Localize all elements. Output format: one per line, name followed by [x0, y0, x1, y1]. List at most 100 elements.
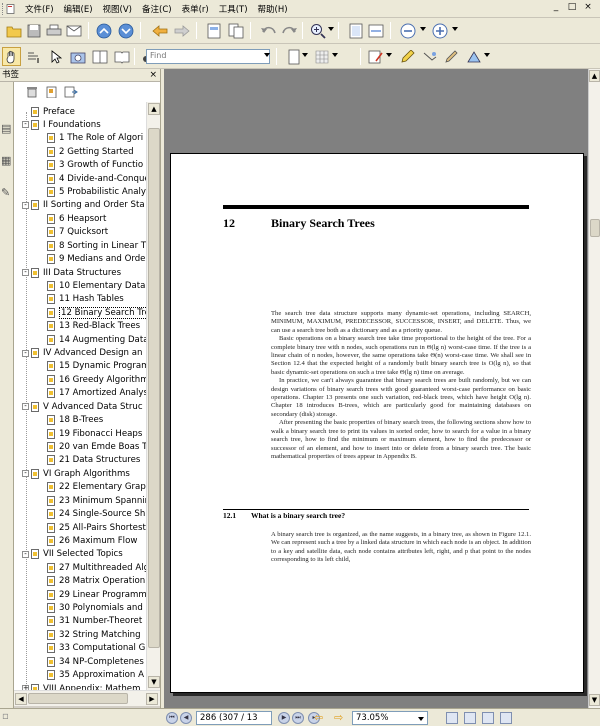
zoom-dropdown[interactable]: [418, 717, 424, 721]
single-page-view-icon[interactable]: [284, 47, 303, 66]
first-page-icon[interactable]: ⏮: [166, 712, 178, 724]
select-text-icon[interactable]: [24, 47, 43, 66]
grid-view-dropdown[interactable]: [332, 53, 338, 57]
save-icon[interactable]: [24, 21, 43, 40]
bookmark-item[interactable]: - VI Graph Algorithms: [22, 467, 130, 480]
bookmark-item[interactable]: 24 Single-Source Sh: [38, 508, 145, 521]
bookmark-item[interactable]: 4 Divide-and-Conque: [38, 172, 146, 185]
prev-page-status-icon[interactable]: ◀: [180, 712, 192, 724]
collapse-icon[interactable]: -: [22, 550, 29, 558]
scroll-down-arrow-icon[interactable]: ▼: [148, 676, 160, 688]
bookmark-item[interactable]: 18 B-Trees: [38, 414, 103, 427]
zoom-tool-dropdown[interactable]: [328, 27, 334, 31]
comments-tab-icon[interactable]: ✎: [1, 186, 13, 202]
thumbnails-tab-icon[interactable]: ▦: [1, 154, 13, 170]
bookmark-item[interactable]: 22 Elementary Grap: [38, 481, 146, 494]
bookmark-item[interactable]: 30 Polynomials and: [38, 602, 143, 615]
menu-edit[interactable]: 编辑(E): [59, 3, 98, 15]
bookmark-item[interactable]: 12 Binary Search Tre: [38, 306, 146, 319]
bookmark-scrollbar[interactable]: ▲ ▼: [146, 102, 160, 690]
highlighter-icon[interactable]: [398, 47, 417, 66]
bookmark-item[interactable]: 9 Medians and Orde: [38, 253, 145, 266]
menu-forms[interactable]: 表单(r): [177, 3, 214, 15]
grid-view-icon[interactable]: [312, 47, 331, 66]
collapse-icon[interactable]: -: [22, 269, 29, 277]
close-panel-button[interactable]: ×: [149, 69, 157, 81]
menu-help[interactable]: 帮助(H): [253, 3, 293, 15]
restore-button[interactable]: □: [566, 2, 578, 14]
bookmark-item[interactable]: - VII Selected Topics: [22, 548, 123, 561]
bookmark-item[interactable]: 11 Hash Tables: [38, 293, 124, 306]
minimize-button[interactable]: _: [550, 2, 562, 14]
continuous-facing-layout-icon[interactable]: [500, 712, 512, 724]
next-page-icon[interactable]: [116, 21, 135, 40]
bookmark-item[interactable]: 31 Number-Theoret: [38, 615, 142, 628]
scroll-up-arrow-icon[interactable]: ▲: [148, 103, 160, 115]
bookmark-hscrollbar[interactable]: ◀ ▶: [14, 690, 160, 706]
back-view-icon[interactable]: ⇦: [314, 711, 323, 724]
bookmark-item[interactable]: 35 Approximation A: [38, 669, 144, 682]
forward-view-icon[interactable]: ⇨: [334, 711, 343, 724]
bookmark-item[interactable]: 32 String Matching: [38, 628, 141, 641]
bookmark-options-icon[interactable]: [64, 86, 78, 98]
bookmark-item[interactable]: - II Sorting and Order Sta: [22, 199, 145, 212]
bookmark-item[interactable]: - III Data Structures: [22, 266, 121, 279]
scroll-right-arrow-icon[interactable]: ▶: [146, 693, 158, 705]
bookmark-item[interactable]: 33 Computational G: [38, 642, 145, 655]
bookmark-item[interactable]: 20 van Emde Boas T: [38, 441, 146, 454]
note-tool-icon[interactable]: [420, 47, 439, 66]
zoom-in-tool-icon[interactable]: [308, 21, 327, 40]
pencil-icon[interactable]: [442, 47, 461, 66]
open-folder-icon[interactable]: [4, 21, 23, 40]
document-scroll-thumb[interactable]: [590, 219, 600, 237]
bookmark-item[interactable]: 29 Linear Programm: [38, 588, 146, 601]
bookmark-item[interactable]: 8 Sorting in Linear T: [38, 239, 146, 252]
bookmark-item[interactable]: 25 All-Pairs Shortest: [38, 521, 146, 534]
bookmark-item[interactable]: - V Advanced Data Struc: [22, 400, 143, 413]
page-layout-icon[interactable]: [204, 21, 223, 40]
collapse-icon[interactable]: -: [22, 121, 29, 129]
collapse-icon[interactable]: -: [22, 403, 29, 411]
bookmark-item[interactable]: 19 Fibonacci Heaps: [38, 427, 142, 440]
zoom-out-dropdown[interactable]: [420, 27, 426, 31]
bookmark-item[interactable]: 27 Multithreaded Alg: [38, 561, 146, 574]
delete-bookmark-icon[interactable]: [26, 86, 38, 98]
zoom-in-icon[interactable]: [430, 21, 449, 40]
bookmark-item[interactable]: 5 Probabilistic Analy: [38, 186, 146, 199]
bookmark-item[interactable]: 1 The Role of Algori: [38, 132, 143, 145]
next-page-status-icon[interactable]: ▶: [278, 712, 290, 724]
bookmark-item[interactable]: - IV Advanced Design an: [22, 347, 142, 360]
hand-tool-icon[interactable]: [2, 47, 21, 66]
last-page-icon[interactable]: ⏭: [292, 712, 304, 724]
bookmark-item[interactable]: 26 Maximum Flow: [38, 534, 137, 547]
bookmark-item[interactable]: 6 Heapsort: [38, 212, 106, 225]
menu-view[interactable]: 视图(V): [98, 3, 137, 15]
snapshot-icon[interactable]: [68, 47, 87, 66]
bookmark-item[interactable]: 14 Augmenting Data: [38, 333, 146, 346]
menu-comments[interactable]: 备注(C): [137, 3, 177, 15]
email-icon[interactable]: [64, 21, 83, 40]
zoom-in-dropdown[interactable]: [452, 27, 458, 31]
doc-scroll-up-arrow-icon[interactable]: ▲: [589, 70, 600, 82]
select-arrow-icon[interactable]: [46, 47, 65, 66]
bookmark-item[interactable]: 28 Matrix Operation: [38, 575, 145, 588]
bookmarks-tab-icon[interactable]: ▤: [1, 122, 13, 138]
comment-tool-dropdown[interactable]: [386, 53, 392, 57]
doc-scroll-down-arrow-icon[interactable]: ▼: [589, 694, 600, 706]
find-dropdown[interactable]: [264, 53, 270, 57]
bookmark-item[interactable]: 2 Getting Started: [38, 145, 134, 158]
bookmark-item[interactable]: 16 Greedy Algorithm: [38, 373, 146, 386]
zoom-field[interactable]: 73.05%: [352, 711, 428, 725]
bookmark-hscroll-thumb[interactable]: [28, 693, 128, 704]
bookmark-item[interactable]: 21 Data Structures: [38, 454, 140, 467]
collapse-icon[interactable]: -: [22, 470, 29, 478]
bookmark-item[interactable]: 17 Amortized Analys: [38, 387, 146, 400]
column-select-icon[interactable]: [90, 47, 109, 66]
redo-icon[interactable]: [280, 21, 299, 40]
document-scrollbar[interactable]: ▲ ▼: [588, 69, 600, 708]
page-number-field[interactable]: 286 (307 / 13: [196, 711, 272, 725]
bookmark-item[interactable]: 34 NP-Completenes: [38, 655, 144, 668]
bookmark-item[interactable]: 10 Elementary Data: [38, 279, 145, 292]
scroll-left-arrow-icon[interactable]: ◀: [15, 693, 27, 705]
bookmark-item[interactable]: 23 Minimum Spannin: [38, 494, 146, 507]
